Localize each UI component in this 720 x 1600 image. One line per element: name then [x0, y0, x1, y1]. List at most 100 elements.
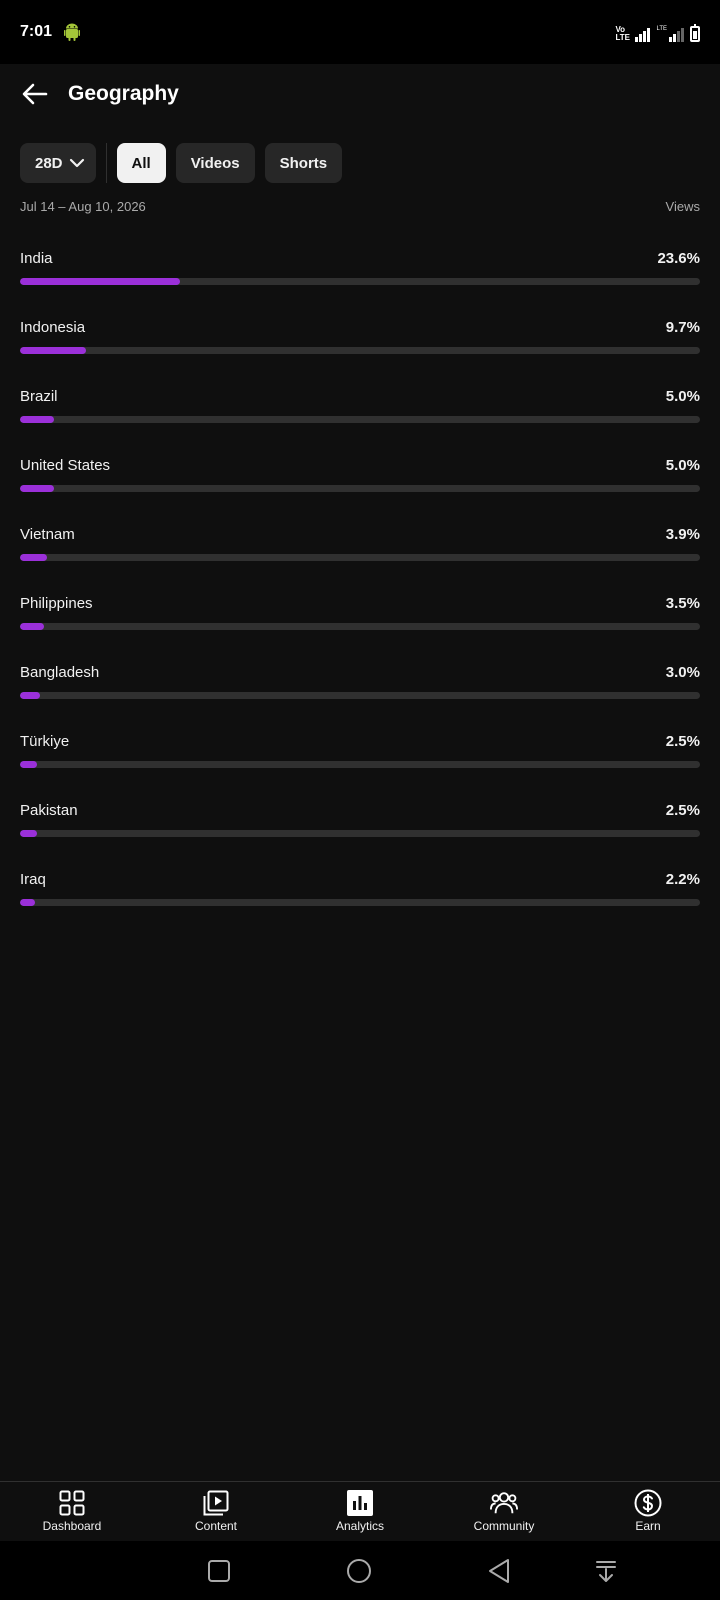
progress-track	[20, 899, 700, 906]
chip-all[interactable]: All	[116, 143, 166, 183]
country-percentage: 3.0%	[665, 663, 700, 681]
square-icon	[208, 1560, 230, 1582]
country-percentage: 2.5%	[665, 732, 700, 750]
progress-fill	[20, 761, 37, 768]
country-name: Iraq	[20, 870, 46, 888]
country-name: United States	[20, 456, 111, 474]
geo-row: Brazil 5.0%	[20, 382, 700, 451]
nav-label: Content	[194, 1519, 238, 1533]
geo-row: Pakistan 2.5%	[20, 796, 700, 865]
volte-icon: Vo LTE	[615, 25, 630, 42]
signal-2-icon	[669, 28, 684, 42]
country-name: Brazil	[20, 387, 58, 405]
back-button[interactable]	[20, 79, 50, 109]
geo-row-header: Türkiye 2.5%	[20, 727, 700, 755]
country-name: Vietnam	[20, 525, 75, 543]
nav-content[interactable]: Content	[144, 1482, 288, 1541]
geo-row-header: Brazil 5.0%	[20, 382, 700, 410]
country-name: India	[20, 249, 53, 267]
geo-row-header: Pakistan 2.5%	[20, 796, 700, 824]
geo-row-header: United States 5.0%	[20, 451, 700, 479]
date-range-row: Jul 14 – Aug 10, 2026 Views	[20, 199, 700, 214]
geo-row: Philippines 3.5%	[20, 589, 700, 658]
analytics-icon	[346, 1489, 374, 1517]
progress-track	[20, 761, 700, 768]
status-bar: 7:01 Vo LTE LTE	[0, 0, 720, 64]
country-percentage: 5.0%	[665, 387, 700, 405]
progress-fill	[20, 899, 35, 906]
nav-label: Dashboard	[42, 1519, 102, 1533]
geo-row: Türkiye 2.5%	[20, 727, 700, 796]
nav-label: Analytics	[335, 1519, 385, 1533]
dashboard-icon	[58, 1489, 86, 1517]
geo-row: Vietnam 3.9%	[20, 520, 700, 589]
nav-community[interactable]: Community	[432, 1482, 576, 1541]
nav-analytics[interactable]: Analytics	[288, 1482, 432, 1541]
nav-earn[interactable]: Earn	[576, 1482, 720, 1541]
progress-track	[20, 830, 700, 837]
content-icon	[202, 1489, 230, 1517]
status-time: 7:01	[20, 23, 53, 40]
chip-divider	[105, 143, 107, 183]
triangle-back-icon	[489, 1559, 509, 1583]
system-nav-bar	[0, 1541, 720, 1600]
progress-track	[20, 347, 700, 354]
progress-fill	[20, 830, 37, 837]
progress-fill	[20, 692, 41, 699]
earn-icon	[634, 1489, 662, 1517]
date-range: Jul 14 – Aug 10, 2026	[20, 199, 146, 214]
country-name: Pakistan	[20, 801, 78, 819]
filter-bar: 28D All Videos Shorts	[20, 143, 343, 183]
progress-fill	[20, 554, 47, 561]
pull-down-icon	[596, 1561, 616, 1582]
geo-row: United States 5.0%	[20, 451, 700, 520]
progress-track	[20, 554, 700, 561]
country-percentage: 3.5%	[665, 594, 700, 612]
progress-fill	[20, 623, 44, 630]
signal-icon	[635, 28, 651, 42]
country-percentage: 5.0%	[665, 456, 700, 474]
progress-fill	[20, 416, 54, 423]
country-percentage: 23.6%	[657, 249, 700, 267]
geo-row-header: Vietnam 3.9%	[20, 520, 700, 548]
geo-row-header: India 23.6%	[20, 244, 700, 272]
nav-dashboard[interactable]: Dashboard	[0, 1482, 144, 1541]
chip-videos[interactable]: Videos	[175, 143, 255, 183]
period-dropdown[interactable]: 28D	[20, 143, 96, 183]
country-name: Indonesia	[20, 318, 86, 336]
geo-row-header: Philippines 3.5%	[20, 589, 700, 617]
progress-fill	[20, 347, 86, 354]
geo-row-header: Bangladesh 3.0%	[20, 658, 700, 686]
geo-row: Iraq 2.2%	[20, 865, 700, 934]
notification-pull-button[interactable]	[588, 1553, 624, 1589]
country-name: Bangladesh	[20, 663, 100, 681]
community-icon	[490, 1489, 518, 1517]
progress-fill	[20, 485, 54, 492]
country-percentage: 3.9%	[665, 525, 700, 543]
geo-row-header: Iraq 2.2%	[20, 865, 700, 893]
status-indicators: Vo LTE LTE	[615, 22, 700, 42]
progress-track	[20, 278, 700, 285]
country-name: Philippines	[20, 594, 93, 612]
recents-button[interactable]	[201, 1553, 237, 1589]
nav-label: Community	[473, 1519, 535, 1533]
country-name: Türkiye	[20, 732, 70, 750]
geo-row: Bangladesh 3.0%	[20, 658, 700, 727]
circle-icon	[347, 1559, 371, 1583]
android-icon	[64, 23, 81, 41]
metric-label: Views	[665, 199, 700, 214]
home-button[interactable]	[341, 1553, 377, 1589]
progress-track	[20, 623, 700, 630]
progress-track	[20, 692, 700, 699]
country-percentage: 9.7%	[665, 318, 700, 336]
battery-icon	[690, 24, 700, 42]
country-percentage: 2.2%	[665, 870, 700, 888]
geography-list: India 23.6% Indonesia 9.7% Brazil 5.0% United …	[20, 244, 700, 934]
geo-row: India 23.6%	[20, 244, 700, 313]
lte-label: LTE	[656, 26, 667, 32]
progress-fill	[20, 278, 181, 285]
period-label: 28D	[35, 154, 63, 172]
chip-shorts[interactable]: Shorts	[264, 143, 343, 183]
system-back-button[interactable]	[481, 1553, 517, 1589]
progress-track	[20, 485, 700, 492]
